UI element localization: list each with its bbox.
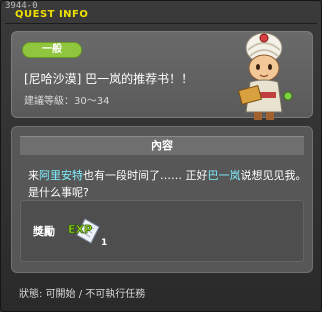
quest-name: [尼哈沙漠] 巴一岚的推荐书！！ [24,72,194,86]
quest-status: 狀態: 可開始 / 不可執行任務 [19,289,146,300]
quest-info-window: 3944-0 QUEST INFO 一般 [尼哈沙漠] 巴一岚的推荐书！！ 建議… [0,0,322,312]
content-header: 內容 [20,136,304,155]
exp-icon[interactable]: EXP [67,215,101,245]
quest-type-badge: 一般 [22,42,82,58]
window-title: QUEST INFO [15,9,89,20]
quest-recommended-level: 建議等級：30～34 [24,96,110,107]
description-text: 来 [28,169,39,182]
svg-text:EXP: EXP [68,223,92,236]
quest-content-panel: 內容 来阿里安特也有一段时间了…… 正好巴一岚说想见见我。是什么事呢? 獎勵 E… [11,126,313,273]
reward-label: 獎勵 [33,225,55,238]
quest-summary-panel: 一般 [尼哈沙漠] 巴一岚的推荐书！！ 建議等級：30～34 [11,31,313,120]
quest-description: 来阿里安特也有一段时间了…… 正好巴一岚说想见见我。是什么事呢? [28,167,308,201]
reward-count: 1 [101,238,108,248]
title-divider [5,23,317,24]
reward-box: 獎勵 EXP 1 [20,200,304,262]
highlight-location: 阿里安特 [39,169,83,182]
npc-portrait-icon [237,32,293,120]
description-text: 也有一段时间了…… 正好 [83,169,208,182]
highlight-npc: 巴一岚 [207,169,241,182]
